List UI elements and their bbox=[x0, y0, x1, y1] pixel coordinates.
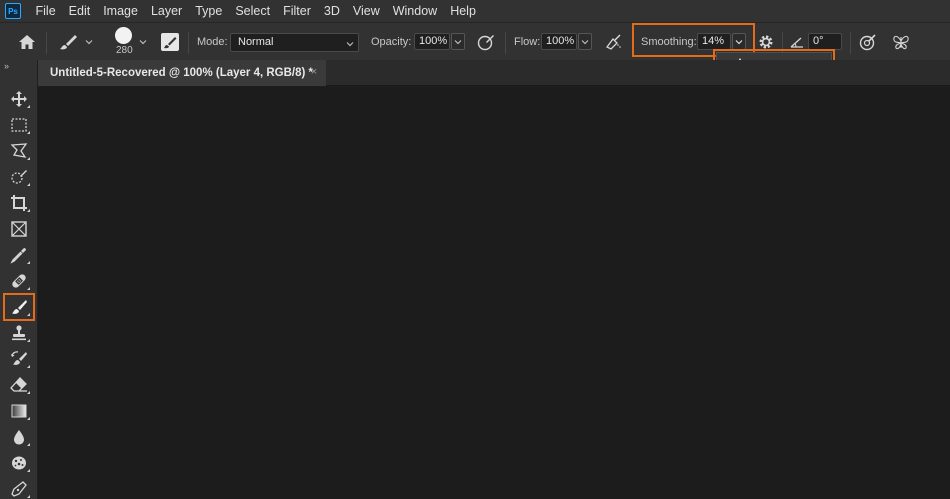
brush-preset-icon[interactable] bbox=[58, 32, 78, 52]
opacity-input[interactable]: 100% bbox=[414, 33, 450, 50]
menu-file[interactable]: File bbox=[29, 0, 62, 22]
brush-tip-preview[interactable] bbox=[115, 27, 132, 44]
active-tool-highlight bbox=[3, 293, 35, 321]
pressure-opacity-icon[interactable] bbox=[476, 32, 496, 52]
tool-flyout-indicator bbox=[27, 105, 30, 108]
eraser-tool[interactable] bbox=[6, 374, 32, 396]
opacity-label: Opacity: bbox=[371, 36, 412, 48]
polygonal-lasso-icon bbox=[10, 143, 28, 158]
chevron-down-icon bbox=[454, 39, 462, 44]
mode-select[interactable]: Normal bbox=[230, 33, 359, 52]
lasso-tool[interactable] bbox=[6, 140, 32, 162]
menu-layer[interactable]: Layer bbox=[144, 0, 188, 22]
tool-flyout-indicator bbox=[27, 157, 30, 160]
chevron-down-icon[interactable] bbox=[138, 37, 148, 47]
separator bbox=[505, 32, 506, 54]
flow-input[interactable]: 100% bbox=[541, 33, 577, 50]
toolbox: ›› bbox=[0, 60, 38, 499]
tool-flyout-indicator bbox=[27, 261, 30, 264]
collapse-toolbox-icon[interactable]: ›› bbox=[4, 61, 9, 71]
opacity-dropdown[interactable] bbox=[451, 33, 465, 50]
tool-flyout-indicator bbox=[27, 365, 30, 368]
marquee-tool[interactable] bbox=[6, 114, 32, 136]
quick-selection-tool[interactable] bbox=[6, 166, 32, 188]
document-canvas[interactable] bbox=[38, 87, 950, 499]
clone-stamp-tool[interactable] bbox=[6, 322, 32, 344]
pen-nib-icon bbox=[11, 481, 27, 497]
bandage-icon bbox=[12, 274, 26, 288]
mode-label: Mode: bbox=[197, 36, 228, 48]
menu-bar: Ps File Edit Image Layer Type Select Fil… bbox=[0, 0, 950, 22]
blur-tool[interactable] bbox=[6, 426, 32, 448]
history-brush-icon bbox=[11, 351, 27, 365]
flow-label: Flow: bbox=[514, 36, 541, 48]
menu-edit[interactable]: Edit bbox=[62, 0, 97, 22]
eyedropper-tool[interactable] bbox=[6, 244, 32, 266]
move-tool[interactable] bbox=[6, 88, 32, 110]
angle-input[interactable]: 0° bbox=[808, 33, 842, 50]
frame-tool[interactable] bbox=[6, 218, 32, 240]
quick-selection-icon bbox=[11, 170, 27, 184]
document-tab-title: Untitled-5-Recovered @ 100% (Layer 4, RG… bbox=[50, 67, 314, 79]
sponge-icon bbox=[12, 456, 26, 470]
tool-flyout-indicator bbox=[27, 495, 30, 498]
chevron-down-icon[interactable] bbox=[84, 37, 94, 47]
tool-flyout-indicator bbox=[27, 339, 30, 342]
menu-help[interactable]: Help bbox=[444, 0, 483, 22]
eyedropper-icon bbox=[10, 248, 26, 264]
airbrush-icon[interactable] bbox=[603, 32, 623, 52]
separator bbox=[850, 32, 851, 54]
tool-flyout-indicator bbox=[27, 443, 30, 446]
menu-filter[interactable]: Filter bbox=[277, 0, 318, 22]
chevron-down-icon bbox=[345, 38, 355, 48]
symmetry-butterfly-icon[interactable] bbox=[891, 32, 911, 52]
stamp-icon bbox=[12, 325, 26, 341]
water-drop-icon bbox=[14, 430, 24, 445]
document-tabs: Untitled-5-Recovered @ 100% (Layer 4, RG… bbox=[38, 60, 950, 86]
gradient-icon bbox=[11, 404, 27, 418]
healing-brush-tool[interactable] bbox=[6, 270, 32, 292]
tool-flyout-indicator bbox=[27, 183, 30, 186]
flow-dropdown[interactable] bbox=[578, 33, 592, 50]
tool-flyout-indicator bbox=[27, 469, 30, 472]
move-icon bbox=[11, 91, 27, 107]
menu-type[interactable]: Type bbox=[189, 0, 229, 22]
frame-icon bbox=[11, 221, 27, 237]
separator bbox=[188, 32, 189, 54]
brush-settings-icon[interactable] bbox=[161, 33, 179, 51]
menu-view[interactable]: View bbox=[346, 0, 386, 22]
menu-3d[interactable]: 3D bbox=[317, 0, 346, 22]
rectangular-marquee-icon bbox=[11, 118, 27, 132]
close-icon[interactable]: × bbox=[308, 66, 320, 78]
chevron-down-icon bbox=[581, 39, 589, 44]
tool-flyout-indicator bbox=[27, 209, 30, 212]
menu-select[interactable]: Select bbox=[229, 0, 277, 22]
crop-icon bbox=[11, 195, 27, 211]
pen-tool[interactable] bbox=[6, 478, 32, 499]
brush-size-label: 280 bbox=[116, 45, 133, 56]
eraser-icon bbox=[10, 377, 27, 392]
tool-flyout-indicator bbox=[27, 287, 30, 290]
tool-flyout-indicator bbox=[27, 391, 30, 394]
separator bbox=[46, 32, 47, 54]
home-icon[interactable] bbox=[17, 32, 37, 52]
crop-tool[interactable] bbox=[6, 192, 32, 214]
tool-flyout-indicator bbox=[27, 417, 30, 420]
document-tab[interactable]: Untitled-5-Recovered @ 100% (Layer 4, RG… bbox=[38, 60, 326, 86]
history-brush-tool[interactable] bbox=[6, 348, 32, 370]
sponge-tool[interactable] bbox=[6, 452, 32, 474]
mode-value: Normal bbox=[238, 36, 274, 48]
gradient-tool[interactable] bbox=[6, 400, 32, 422]
pressure-size-icon[interactable] bbox=[858, 32, 878, 52]
photoshop-logo[interactable]: Ps bbox=[5, 3, 21, 19]
tool-flyout-indicator bbox=[27, 131, 30, 134]
menu-window[interactable]: Window bbox=[386, 0, 443, 22]
angle-icon bbox=[789, 35, 805, 49]
menu-image[interactable]: Image bbox=[97, 0, 145, 22]
